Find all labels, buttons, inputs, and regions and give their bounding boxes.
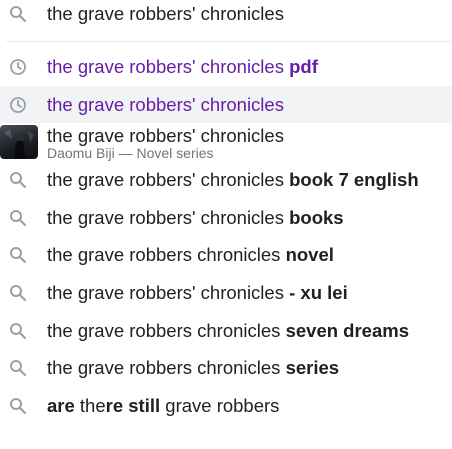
suggestion-text: are there still grave robbers xyxy=(47,393,279,419)
search-icon xyxy=(9,5,27,23)
suggestion-list: the grave robbers' chronicles pdf the gra… xyxy=(0,48,452,424)
search-bar[interactable]: the grave robbers' chronicles xyxy=(0,0,452,30)
suggestion-completion: novel xyxy=(280,244,334,266)
suggestion-text: the grave robbers chronicles seven dream… xyxy=(47,318,409,344)
suggestion-completion: book 7 english xyxy=(283,169,419,191)
suggestion-query-part: the grave robbers' chronicles xyxy=(47,206,284,228)
suggestion-completion: books xyxy=(283,206,344,228)
suggestion-completion: - xu lei xyxy=(283,281,348,303)
clock-icon xyxy=(9,96,27,114)
search-input[interactable]: the grave robbers' chronicles xyxy=(47,1,284,27)
book-cover-thumbnail xyxy=(0,125,38,160)
suggestion-text: the grave robbers' chronicles books xyxy=(47,205,344,231)
clock-icon xyxy=(9,58,27,76)
search-icon xyxy=(9,359,27,377)
search-icon xyxy=(9,171,27,189)
suggestion-item[interactable]: the grave robbers chronicles seven dream… xyxy=(0,312,452,350)
suggestion-query-part: the grave robbers' chronicles xyxy=(47,125,284,147)
search-icon xyxy=(9,284,27,302)
suggestion-entity-item[interactable]: the grave robbers' chronicles Daomu Biji … xyxy=(0,123,452,161)
suggestion-history-item[interactable]: the grave robbers' chronicles xyxy=(0,85,452,124)
suggestion-query-part: grave robbers xyxy=(160,394,280,416)
suggestion-item[interactable]: are there still grave robbers xyxy=(0,387,452,425)
suggestion-query-part: the grave robbers chronicles xyxy=(47,357,281,379)
suggestion-query-part: the grave robbers chronicles xyxy=(47,244,281,266)
search-icon xyxy=(9,322,27,340)
suggestion-item[interactable]: the grave robbers chronicles series xyxy=(0,349,452,387)
suggestion-subtitle: Daomu Biji — Novel series xyxy=(47,145,214,162)
suggestion-completion: pdf xyxy=(283,56,318,77)
suggestion-text: the grave robbers chronicles series xyxy=(47,355,339,381)
search-icon xyxy=(9,209,27,227)
suggestion-query-part: the grave robbers' chronicles xyxy=(47,281,284,303)
suggestion-query-part: the grave robbers' chronicles xyxy=(47,93,284,115)
suggestion-item[interactable]: the grave robbers' chronicles - xu lei xyxy=(0,274,452,312)
suggestion-text: the grave robbers' chronicles xyxy=(47,92,284,118)
suggestion-item[interactable]: the grave robbers' chronicles books xyxy=(0,199,452,237)
suggestion-query-part: the grave robbers' chronicles xyxy=(47,56,284,77)
suggestion-completion: seven dreams xyxy=(280,319,409,341)
search-icon xyxy=(9,246,27,264)
suggestion-text: the grave robbers' chronicles pdf xyxy=(47,54,318,80)
suggestion-query-part: the xyxy=(74,394,106,416)
search-icon xyxy=(9,397,27,415)
divider xyxy=(6,41,452,42)
suggestion-text: the grave robbers' chronicles book 7 eng… xyxy=(47,167,419,193)
suggestion-text: the grave robbers chronicles novel xyxy=(47,242,334,268)
suggestion-query-part: the grave robbers' chronicles xyxy=(47,169,284,191)
suggestion-completion: are xyxy=(47,394,75,416)
suggestion-text: the grave robbers' chronicles - xu lei xyxy=(47,280,348,306)
suggestion-item[interactable]: the grave robbers' chronicles book 7 eng… xyxy=(0,161,452,199)
suggestion-completion: re still xyxy=(105,394,161,416)
suggestion-history-item[interactable]: the grave robbers' chronicles pdf xyxy=(0,48,452,86)
suggestion-query-part: the grave robbers chronicles xyxy=(47,319,281,341)
suggestion-completion: series xyxy=(280,357,340,379)
suggestion-item[interactable]: the grave robbers chronicles novel xyxy=(0,236,452,274)
